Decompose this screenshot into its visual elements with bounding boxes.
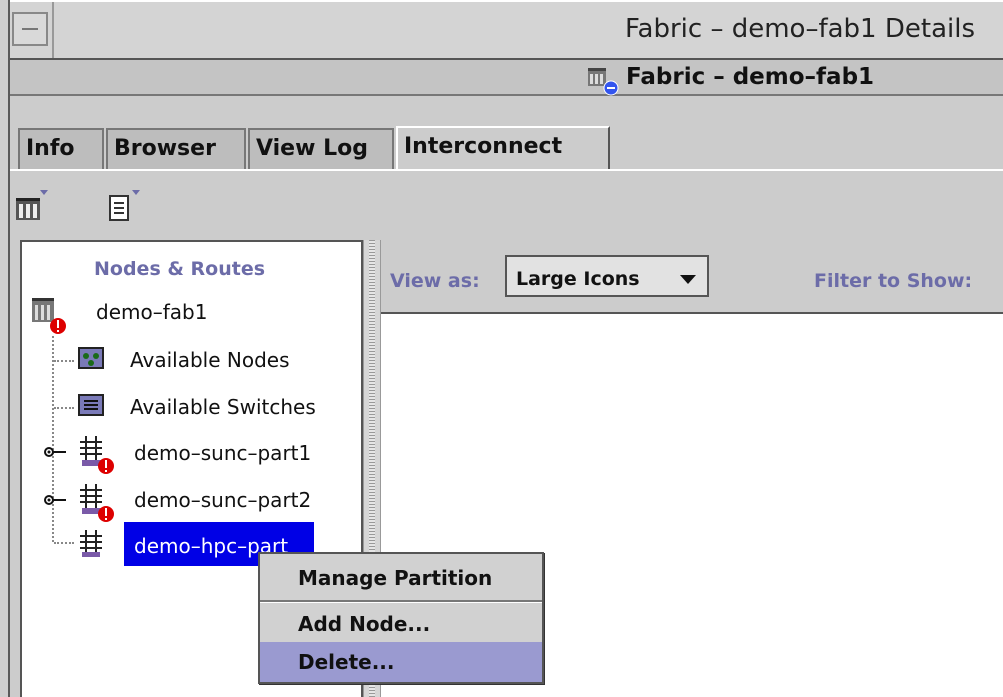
tree-connector-line (52, 336, 54, 542)
fabric-icon (586, 66, 620, 96)
tree-item-part1[interactable]: demo–sunc–part1 (134, 441, 311, 465)
menu-item-add-node[interactable]: Add Node... (260, 604, 542, 644)
view-as-label: View as: (390, 270, 480, 292)
expand-handle-icon[interactable] (44, 443, 68, 457)
tab-interconnect[interactable]: Interconnect (396, 126, 610, 170)
partition-error-icon (76, 434, 114, 474)
switches-icon (76, 391, 106, 421)
tab-info[interactable]: Info (18, 128, 104, 170)
nodes-icon (76, 344, 106, 374)
filter-label: Filter to Show: (814, 270, 973, 292)
partition-icon (76, 528, 106, 558)
fabric-menu-icon[interactable] (12, 186, 52, 226)
context-menu: Manage Partition Add Node... Delete... (258, 552, 544, 684)
tree-connector-line (54, 407, 74, 409)
window-menu-button[interactable] (12, 12, 48, 46)
tree-item-available-switches[interactable]: Available Switches (130, 395, 316, 419)
fabric-error-icon (30, 296, 66, 334)
tree-connector-line (54, 542, 74, 544)
expand-handle-icon[interactable] (44, 491, 68, 505)
document-menu-icon[interactable] (104, 186, 144, 226)
window-left-edge (0, 0, 10, 697)
view-as-value: Large Icons (516, 268, 640, 290)
menu-separator (260, 600, 542, 603)
chevron-down-icon (680, 275, 696, 284)
menu-item-manage-partition[interactable]: Manage Partition (260, 558, 542, 598)
title-separator (52, 2, 54, 58)
menu-item-delete[interactable]: Delete... (260, 642, 542, 682)
tab-browser[interactable]: Browser (106, 128, 246, 170)
tree-connector-line (54, 360, 74, 362)
header-title: Fabric – demo–fab1 (626, 64, 875, 90)
tree-heading: Nodes & Routes (94, 258, 266, 280)
window-title: Fabric – demo–fab1 Details (624, 14, 975, 44)
tree-root-label[interactable]: demo–fab1 (96, 300, 207, 324)
partition-error-icon (76, 482, 114, 522)
tab-view-log[interactable]: View Log (248, 128, 394, 170)
tree-item-available-nodes[interactable]: Available Nodes (130, 348, 290, 372)
tab-divider (10, 169, 1003, 171)
tree-item-part2[interactable]: demo–sunc–part2 (134, 488, 311, 512)
